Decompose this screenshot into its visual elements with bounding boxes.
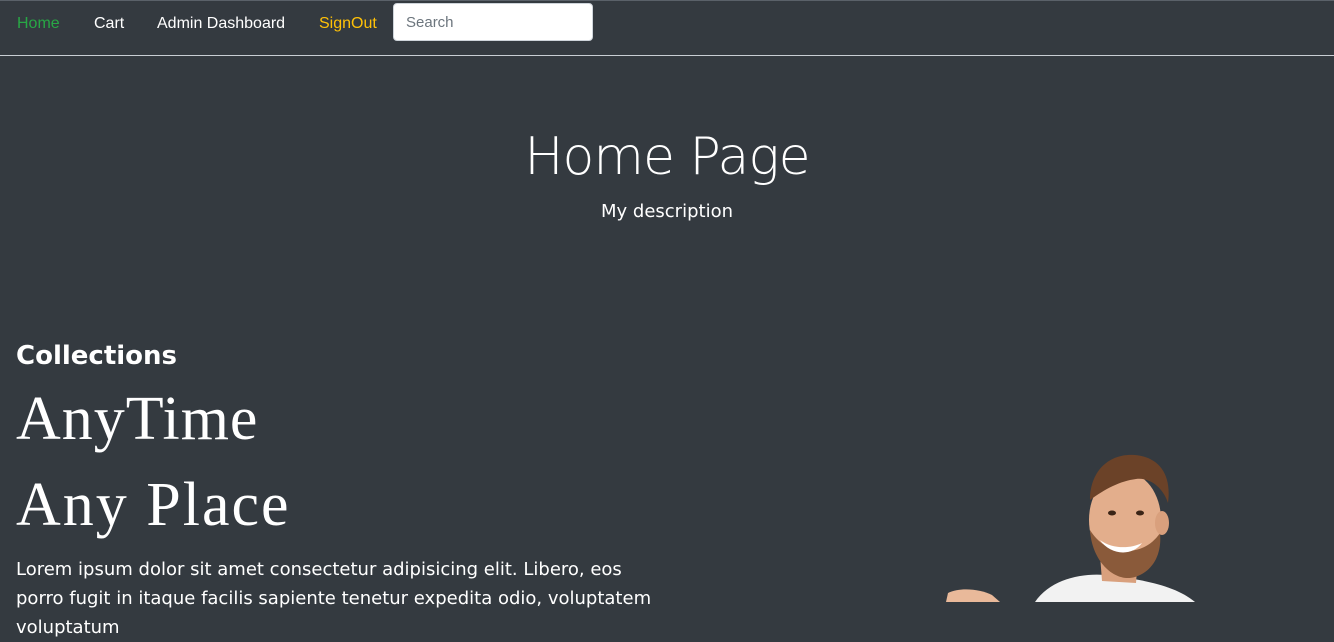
collections-body-text: Lorem ipsum dolor sit amet consectetur a… [16,559,652,638]
page-title: Home Page [524,127,810,187]
page-description: My description [601,201,733,222]
search-input[interactable] [393,3,593,41]
nav-signout-link[interactable]: SignOut [319,15,377,33]
smiling-man-image [940,445,1210,602]
nav-home-link[interactable]: Home [17,15,60,33]
any-place-heading: Any Place [16,471,291,539]
navbar: Home Cart Admin Dashboard SignOut [0,0,1334,56]
nav-cart-link[interactable]: Cart [94,15,124,33]
nav-admin-dashboard-link[interactable]: Admin Dashboard [157,15,285,33]
anytime-heading: AnyTime [16,385,259,453]
collections-heading: Collections [16,341,178,371]
